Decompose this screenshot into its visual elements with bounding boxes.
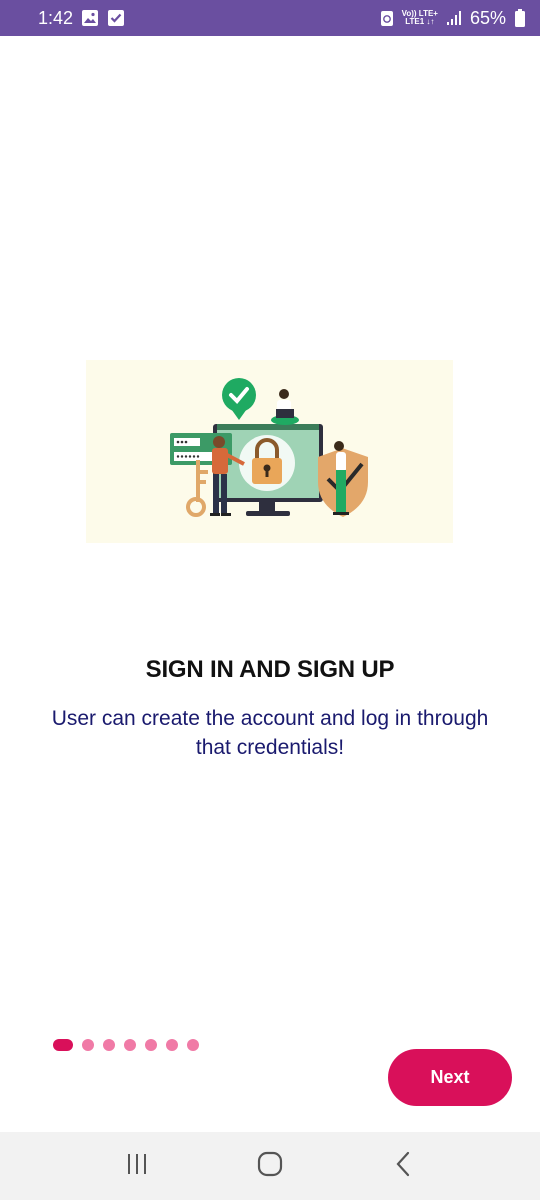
page-dot-7 <box>187 1039 199 1051</box>
status-time: 1:42 <box>38 7 74 28</box>
network-indicator: Vo)) LTE+ LTE1 ↓↑ <box>402 10 438 26</box>
page-indicator <box>53 1038 199 1052</box>
signal-icon <box>446 10 462 26</box>
checkbox-notification-icon <box>107 9 125 27</box>
onboarding-title: SIGN IN AND SIGN UP <box>145 656 395 683</box>
home-icon <box>257 1151 283 1182</box>
home-button[interactable] <box>240 1136 300 1196</box>
battery-icon <box>514 8 526 28</box>
network-bottom-label: LTE1 ↓↑ <box>405 17 435 26</box>
back-button[interactable] <box>373 1136 433 1196</box>
battery-percent: 65% <box>469 7 506 28</box>
next-button[interactable]: Next <box>388 1049 512 1106</box>
gallery-icon <box>81 9 99 27</box>
page-dot-1 <box>53 1039 73 1051</box>
status-bar: 1:42 Vo)) LTE+ LTE1 ↓↑ 65% <box>0 0 540 36</box>
recent-apps-button[interactable] <box>107 1136 167 1196</box>
page-dot-6 <box>166 1039 178 1051</box>
page-dot-5 <box>145 1039 157 1051</box>
page-dot-3 <box>103 1039 115 1051</box>
data-saver-icon <box>380 9 394 27</box>
padlock-icon <box>239 435 295 491</box>
recent-apps-icon <box>125 1153 149 1180</box>
onboarding-illustration <box>86 360 453 543</box>
back-icon <box>395 1151 411 1182</box>
page-dot-2 <box>82 1039 94 1051</box>
status-left: 1:42 <box>38 8 125 29</box>
onboarding-subtitle: User can create the account and log in t… <box>51 707 489 759</box>
status-right: Vo)) LTE+ LTE1 ↓↑ 65% <box>380 8 526 29</box>
page-dot-4 <box>124 1039 136 1051</box>
system-nav-bar <box>0 1132 540 1200</box>
